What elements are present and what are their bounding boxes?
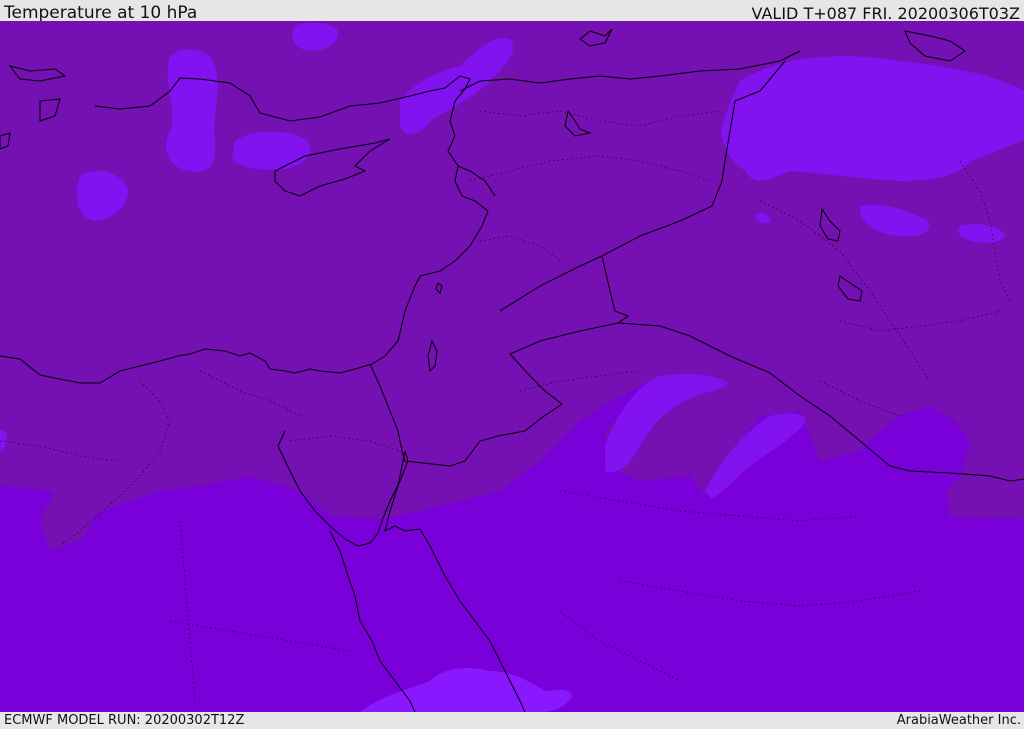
map-canvas[interactable] <box>0 21 1024 712</box>
footer-bar: ECMWF MODEL RUN: 20200302T12Z ArabiaWeat… <box>0 712 1024 729</box>
brand-label: ArabiaWeather Inc. <box>896 713 1021 728</box>
header-bar: Temperature at 10 hPa VALID T+087 FRI. 2… <box>0 0 1024 23</box>
map-viewer: Temperature at 10 hPa VALID T+087 FRI. 2… <box>0 0 1024 729</box>
model-run-label: ECMWF MODEL RUN: 20200302T12Z <box>4 713 245 728</box>
map-title: Temperature at 10 hPa <box>4 3 198 23</box>
